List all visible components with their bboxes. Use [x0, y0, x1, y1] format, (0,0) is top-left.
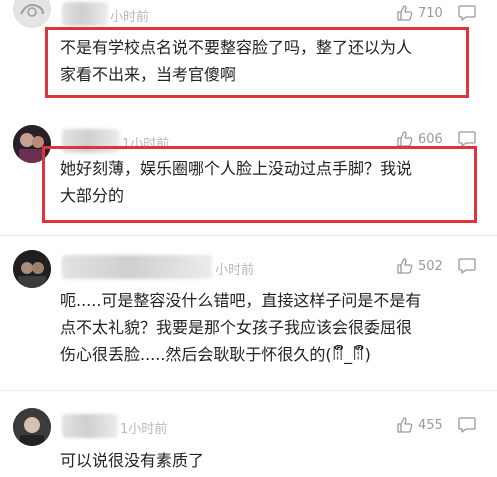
like-button[interactable]: 455 [396, 416, 443, 434]
like-button[interactable]: 502 [396, 257, 443, 275]
comment-time: 1小时前 [120, 422, 168, 437]
comment-text: 可以说很没有素质了 [60, 451, 205, 470]
like-count: 455 [418, 417, 443, 433]
comment-bubble-icon [458, 417, 476, 433]
comment-1: 小时前 710 不是有学校点名说不要整容脸了吗，整了还以为人 家看不出来，当考官… [0, 0, 497, 115]
avatar-photo-icon [13, 250, 51, 288]
username[interactable] [62, 2, 108, 26]
like-count: 502 [418, 258, 443, 274]
comment-text: 她好刻薄，娱乐圈哪个人脸上没动过点手脚？我说 大部分的 [60, 159, 413, 205]
divider [0, 390, 497, 391]
avatar[interactable] [13, 408, 51, 446]
comment-4: 1小时前 455 可以说很没有素质了 [0, 390, 497, 477]
comment-text: 呃.....可是整容没什么错吧，直接这样子问是不是有 点不太礼貌？我要是那个女孩… [60, 291, 422, 364]
comment-bubble-icon [458, 258, 476, 274]
avatar-photo-icon [13, 408, 51, 446]
comment-3: 小时前 502 呃.....可是整容没什么错吧，直接这样子问是不是有 点不太礼貌… [0, 235, 497, 390]
username[interactable] [62, 255, 212, 279]
reply-button[interactable] [457, 257, 477, 275]
username[interactable] [62, 414, 118, 438]
avatar[interactable] [13, 250, 51, 288]
comment-bubble-icon [458, 5, 476, 21]
like-count: 606 [418, 131, 443, 147]
comment-text: 不是有学校点名说不要整容脸了吗，整了还以为人 家看不出来，当考官傻啊 [60, 38, 413, 84]
comment-time: 小时前 [215, 263, 255, 278]
reply-button[interactable] [457, 416, 477, 434]
thumbs-up-icon [397, 258, 413, 274]
comment-time: 小时前 [110, 10, 150, 25]
reply-button[interactable] [457, 4, 477, 22]
like-button[interactable]: 710 [396, 4, 443, 22]
thumbs-up-icon [397, 417, 413, 433]
like-count: 710 [418, 5, 443, 21]
thumbs-up-icon [397, 5, 413, 21]
divider [0, 235, 497, 236]
avatar[interactable] [13, 0, 51, 28]
avatar-logo-icon [13, 0, 51, 28]
comment-2: 1小时前 606 她好刻薄，娱乐圈哪个人脸上没动过点手脚？我说 大部分的 [0, 115, 497, 235]
